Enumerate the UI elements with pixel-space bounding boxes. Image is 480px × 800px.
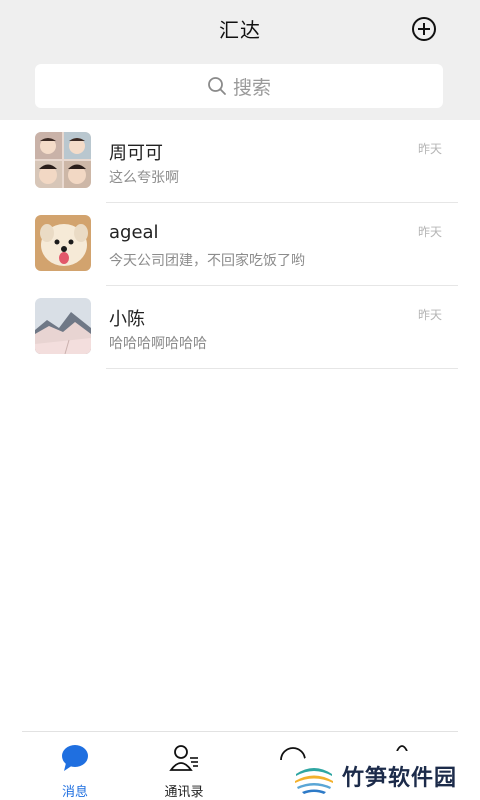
tab-messages[interactable]: 消息 <box>30 741 120 800</box>
search-icon <box>208 77 226 95</box>
header: 汇达 搜索 <box>0 0 480 120</box>
tab-messages-label: 消息 <box>61 785 88 800</box>
conversation-item[interactable]: ageal 今天公司团建，不回家吃饭了哟 昨天 <box>0 203 480 286</box>
avatar <box>35 298 91 354</box>
tab-contacts-label: 通讯录 <box>164 785 204 800</box>
watermark-logo-icon <box>294 756 334 796</box>
avatar <box>35 215 91 271</box>
message-bubble-icon <box>62 745 88 771</box>
divider <box>106 368 458 369</box>
message-preview: 今天公司团建，不回家吃饭了哟 <box>109 253 305 269</box>
message-time: 昨天 <box>417 308 442 322</box>
watermark-text: 竹笋软件园 <box>342 766 458 791</box>
tab-contacts[interactable]: 通讯录 <box>139 741 229 800</box>
message-time: 昨天 <box>417 225 442 239</box>
divider <box>22 731 458 732</box>
plus-circle-icon[interactable] <box>411 16 437 42</box>
conversation-item[interactable]: 周可可 这么夸张啊 昨天 <box>0 120 480 203</box>
watermark: 竹笋软件园 <box>292 752 472 798</box>
conversation-item[interactable]: 小陈 哈哈哈啊哈哈哈 昨天 <box>0 286 480 369</box>
avatar <box>35 132 91 188</box>
page-title: 汇达 <box>219 18 261 42</box>
contact-name: 小陈 <box>109 309 145 330</box>
contacts-icon <box>169 745 198 771</box>
contact-name: 周可可 <box>109 143 163 164</box>
message-preview: 哈哈哈啊哈哈哈 <box>109 336 207 352</box>
conversation-list: 周可可 这么夸张啊 昨天 ageal 今天公司团建，不回家吃饭了哟 昨天 小陈 … <box>0 120 480 369</box>
app-screen: 汇达 搜索 周可可 这么夸张啊 昨天 ageal 今天公司团建，不回家吃饭了哟 … <box>0 0 480 800</box>
contact-name: ageal <box>109 222 159 243</box>
search-input[interactable]: 搜索 <box>35 64 443 108</box>
message-preview: 这么夸张啊 <box>109 170 179 186</box>
message-time: 昨天 <box>417 142 442 156</box>
partial-tab-icon[interactable] <box>395 741 409 751</box>
search-placeholder: 搜索 <box>232 76 271 99</box>
